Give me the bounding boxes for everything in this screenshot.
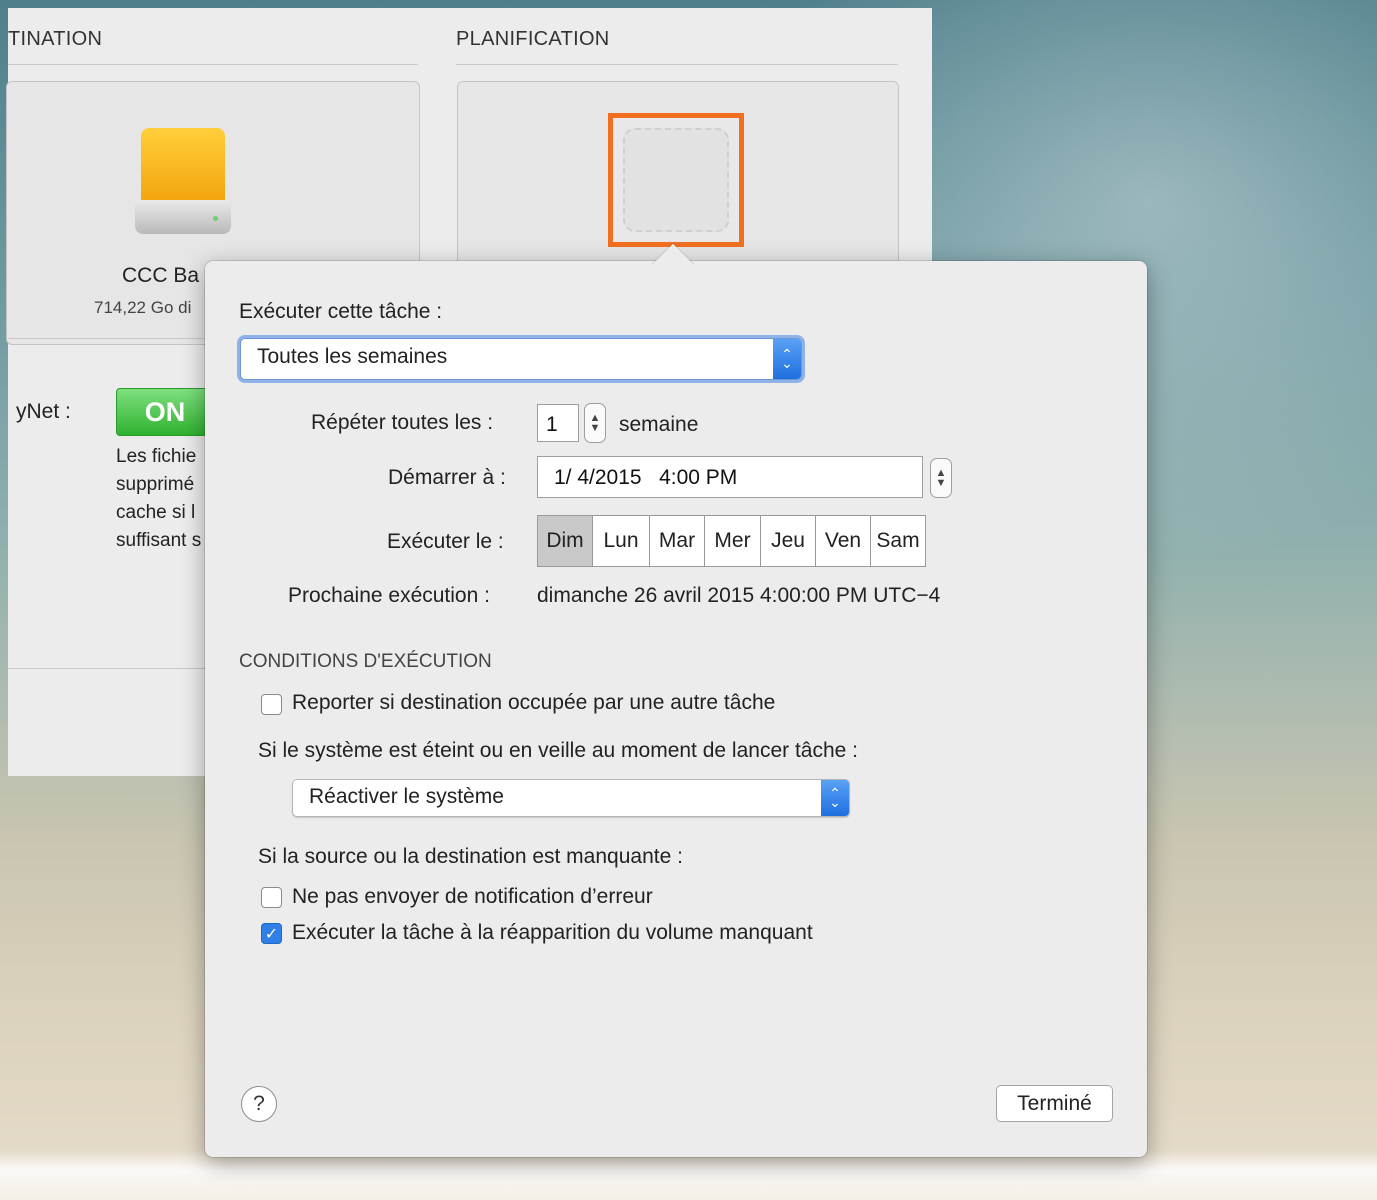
day-lun[interactable]: Lun (593, 516, 650, 566)
schedule-placeholder-icon (623, 128, 729, 232)
frequency-popup[interactable]: Toutes les semaines ⌃ ⌄ (240, 338, 802, 380)
day-ven[interactable]: Ven (816, 516, 871, 566)
missing-label: Si la source ou la destination est manqu… (258, 845, 683, 868)
external-drive-icon (135, 128, 231, 238)
safetynet-toggle[interactable]: ON (116, 388, 214, 436)
help-button[interactable]: ? (241, 1086, 277, 1122)
no-notify-label: Ne pas envoyer de notification d’erreur (292, 885, 653, 908)
safetynet-text-line: supprimé (116, 474, 195, 495)
desktop-wave-foam (0, 1150, 1377, 1200)
defer-checkbox-label: Reporter si destination occupée par une … (292, 691, 776, 714)
destination-rule (8, 64, 418, 65)
window-footer-divider (8, 668, 208, 669)
schedule-selector-highlight[interactable] (608, 113, 744, 247)
start-datetime-field[interactable]: 1/ 4/2015 4:00 PM (537, 456, 923, 498)
safetynet-text-line: Les fichie (116, 446, 197, 467)
run-task-label: Exécuter cette tâche : (239, 300, 443, 323)
weekday-selector: Dim Lun Mar Mer Jeu Ven Sam (537, 515, 926, 567)
panel-divider (8, 338, 208, 339)
drive-name: CCC Ba (122, 264, 200, 287)
defer-checkbox[interactable] (261, 694, 282, 715)
frequency-value: Toutes les semaines (257, 345, 448, 368)
system-off-label: Si le système est éteint ou en veille au… (258, 739, 858, 762)
day-sam[interactable]: Sam (871, 516, 925, 566)
repeat-label: Répéter toutes les : (311, 411, 494, 434)
safetynet-label: yNet : (16, 400, 71, 423)
destination-header: TINATION (8, 28, 103, 50)
system-off-popup[interactable]: Réactiver le système ⌃ ⌄ (292, 779, 850, 817)
drive-free-space: 714,22 Go di (94, 298, 192, 317)
day-jeu[interactable]: Jeu (761, 516, 816, 566)
day-mer[interactable]: Mer (705, 516, 761, 566)
checkmark-icon: ✓ (264, 925, 279, 943)
planning-rule (456, 64, 898, 65)
start-datetime-stepper[interactable]: ▲ ▼ (930, 458, 952, 498)
updown-chevron-icon: ⌃ ⌄ (773, 339, 801, 379)
repeat-stepper[interactable]: ▲ ▼ (584, 403, 606, 443)
run-on-reappear-label: Exécuter la tâche à la réapparition du v… (292, 921, 813, 944)
no-notify-checkbox[interactable] (261, 887, 282, 908)
safetynet-text-line: cache si l (116, 502, 196, 523)
system-off-value: Réactiver le système (309, 785, 504, 808)
conditions-header: CONDITIONS D'EXÉCUTION (239, 651, 492, 672)
popover-arrow (651, 240, 695, 264)
safetynet-text-line: suffisant s (116, 530, 202, 551)
run-on-label: Exécuter le : (387, 530, 504, 553)
repeat-count-field[interactable]: 1 (537, 404, 579, 442)
day-mar[interactable]: Mar (650, 516, 705, 566)
repeat-unit: semaine (619, 413, 699, 436)
planning-header: PLANIFICATION (456, 28, 610, 50)
updown-chevron-icon: ⌃ ⌄ (821, 780, 849, 816)
done-button[interactable]: Terminé (996, 1085, 1113, 1122)
run-on-reappear-checkbox[interactable]: ✓ (261, 923, 282, 944)
next-run-label: Prochaine exécution : (288, 584, 490, 607)
day-dim[interactable]: Dim (538, 516, 593, 566)
next-run-value: dimanche 26 avril 2015 4:00:00 PM UTC−4 (537, 584, 941, 607)
start-label: Démarrer à : (388, 466, 506, 489)
